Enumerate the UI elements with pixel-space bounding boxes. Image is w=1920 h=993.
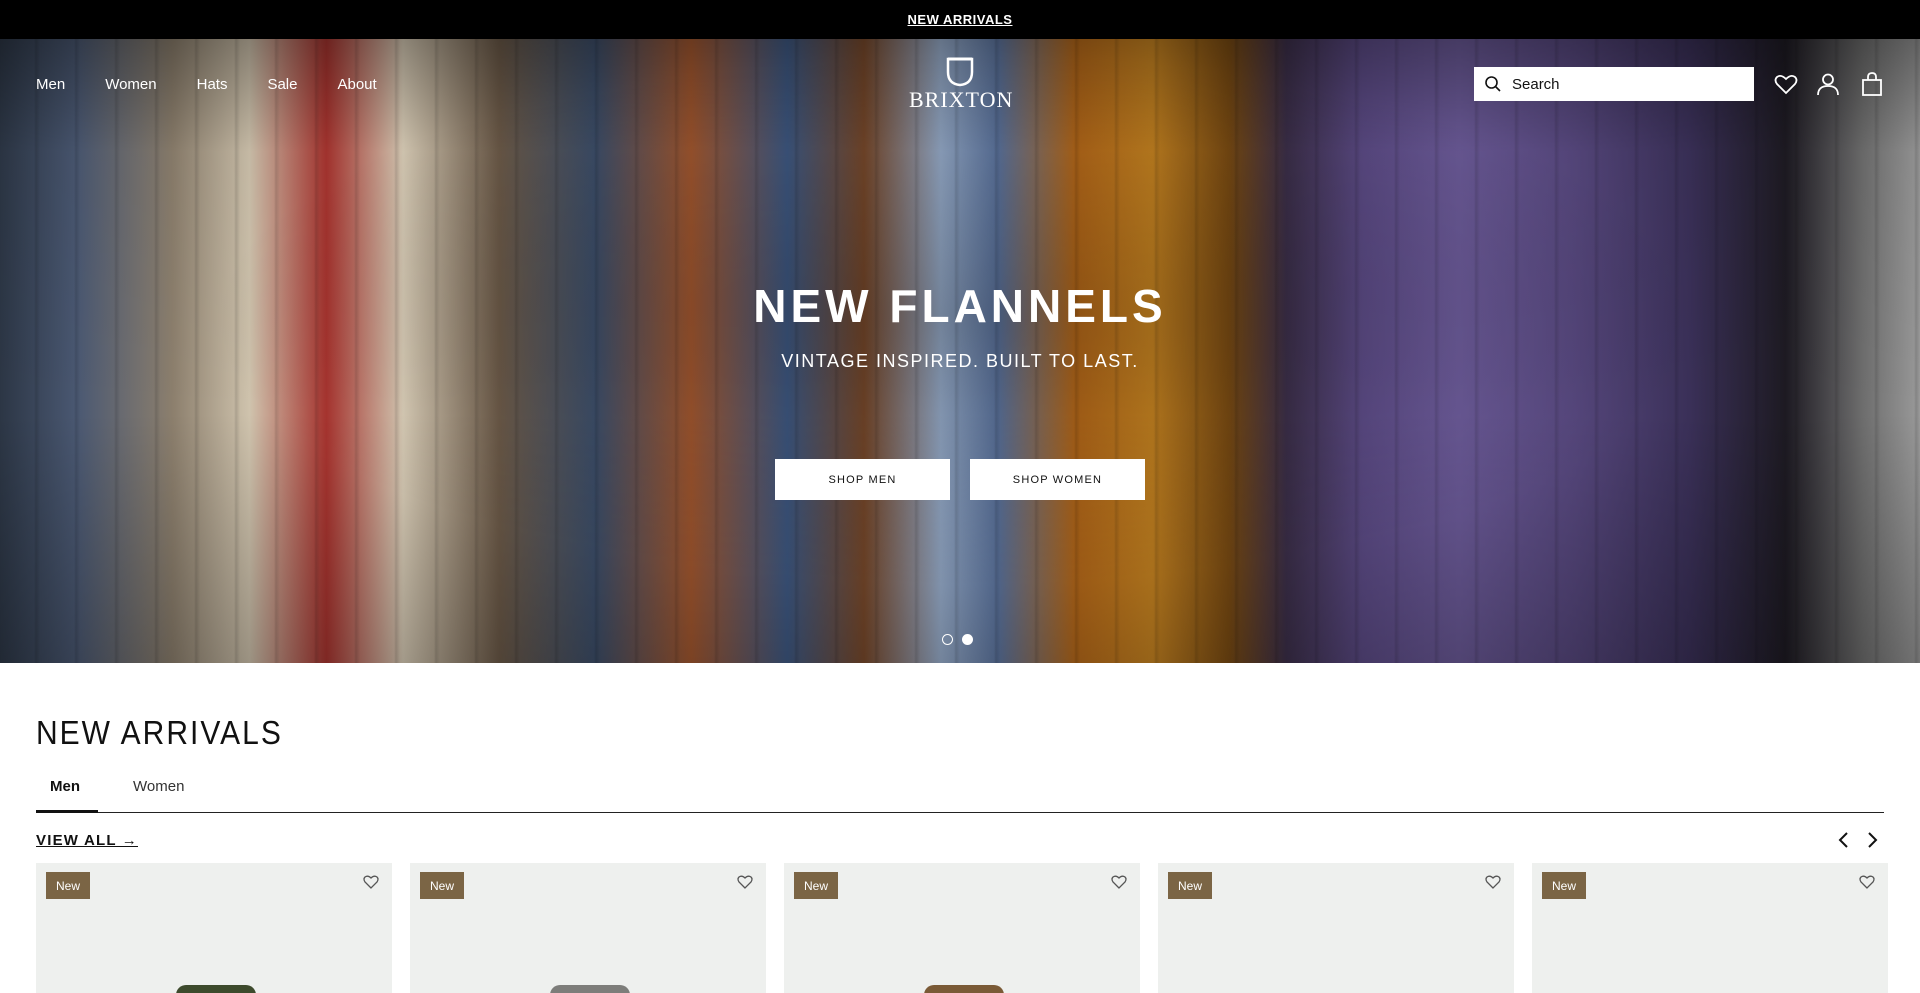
- active-tab-indicator: [36, 810, 98, 813]
- product-card[interactable]: New: [36, 863, 392, 993]
- hero-subtitle: VINTAGE INSPIRED. BUILT TO LAST.: [781, 351, 1139, 371]
- new-badge: New: [794, 872, 839, 899]
- hero-title: NEW FLANNELS: [753, 280, 1167, 332]
- product-card[interactable]: New: [784, 863, 1140, 993]
- nav-item-about[interactable]: About: [337, 76, 376, 93]
- search-box[interactable]: [1474, 67, 1754, 101]
- product-image: [924, 985, 1004, 993]
- new-badge: New: [1542, 872, 1587, 899]
- new-badge: New: [420, 872, 465, 899]
- nav-item-women[interactable]: Women: [105, 76, 156, 93]
- bag-icon[interactable]: [1859, 71, 1885, 97]
- brand-wordmark: BRIXTON: [909, 87, 1014, 112]
- search-input[interactable]: [1512, 75, 1742, 93]
- product-image: [550, 985, 630, 993]
- tab-women[interactable]: Women: [133, 778, 184, 795]
- nav-item-sale[interactable]: Sale: [267, 76, 297, 93]
- heart-icon[interactable]: [1773, 71, 1799, 97]
- announcement-link[interactable]: NEW ARRIVALS: [908, 12, 1013, 27]
- heart-icon[interactable]: [736, 873, 754, 891]
- product-card[interactable]: New: [1158, 863, 1514, 993]
- heart-icon[interactable]: [1858, 873, 1876, 891]
- nav-item-hats[interactable]: Hats: [197, 76, 228, 93]
- announcement-bar: NEW ARRIVALS: [0, 0, 1920, 39]
- carousel-dots: [942, 634, 973, 645]
- view-all-link[interactable]: VIEW ALL →: [36, 832, 138, 849]
- shield-logo-icon: [946, 57, 974, 87]
- heart-icon[interactable]: [362, 873, 380, 891]
- shop-women-button[interactable]: SHOP WOMEN: [970, 459, 1145, 500]
- category-tabs: Men Women: [36, 766, 1884, 813]
- product-image: [176, 985, 256, 993]
- product-carousel: New New New New New: [36, 863, 1888, 993]
- main-nav: Men Women Hats Sale About: [36, 76, 417, 93]
- new-badge: New: [46, 872, 91, 899]
- carousel-dot-1[interactable]: [942, 634, 953, 645]
- shop-men-button[interactable]: SHOP MEN: [775, 459, 950, 500]
- product-card[interactable]: New: [1532, 863, 1888, 993]
- nav-item-men[interactable]: Men: [36, 76, 65, 93]
- carousel-dot-2[interactable]: [962, 634, 973, 645]
- new-badge: New: [1168, 872, 1213, 899]
- hero-banner: NEW FLANNELS VINTAGE INSPIRED. BUILT TO …: [0, 39, 1920, 663]
- heart-icon[interactable]: [1110, 873, 1128, 891]
- tab-men[interactable]: Men: [50, 778, 80, 795]
- user-icon[interactable]: [1815, 71, 1841, 97]
- chevron-left-icon[interactable]: [1834, 830, 1854, 850]
- product-card[interactable]: New: [410, 863, 766, 993]
- chevron-right-icon[interactable]: [1862, 830, 1882, 850]
- brand-logo[interactable]: BRIXTON: [909, 57, 1014, 113]
- heart-icon[interactable]: [1484, 873, 1502, 891]
- search-icon: [1485, 76, 1501, 92]
- site-header: Men Women Hats Sale About BRIXTON: [0, 39, 1920, 129]
- section-title: NEW ARRIVALS: [36, 715, 283, 752]
- hero-buttons: SHOP MEN SHOP WOMEN: [775, 459, 1145, 500]
- hero-copy: NEW FLANNELS VINTAGE INSPIRED. BUILT TO …: [0, 279, 1920, 372]
